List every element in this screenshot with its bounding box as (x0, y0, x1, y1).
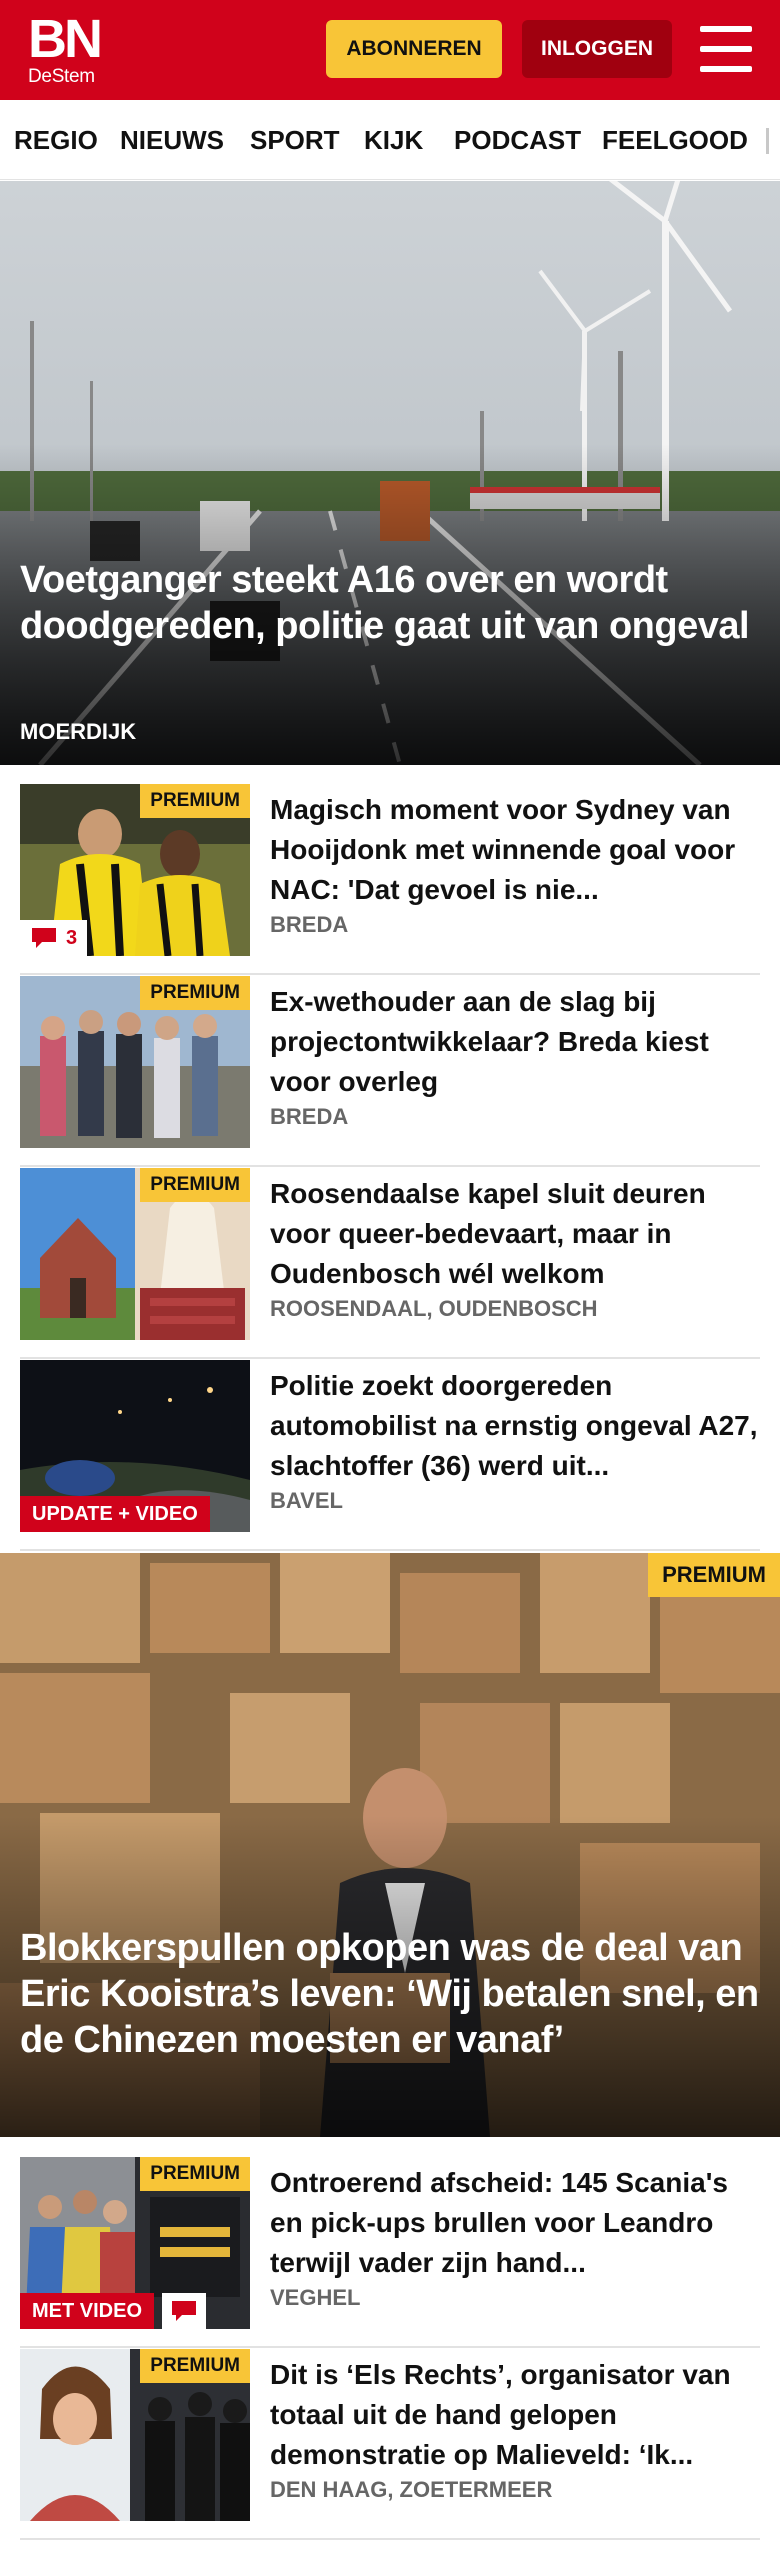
premium-badge: PREMIUM (140, 976, 250, 1010)
section-nav: REGIO NIEUWS SPORT KIJK PODCAST FEELGOOD (0, 100, 780, 180)
comment-icon (32, 928, 56, 948)
menu-icon[interactable] (700, 26, 752, 72)
article-title[interactable]: Politie zoekt doorgereden automobilist n… (270, 1366, 760, 1486)
hero-image (0, 181, 780, 765)
nav-item-regio[interactable]: REGIO (14, 100, 98, 179)
subscribe-button[interactable]: ABONNEREN (326, 20, 502, 78)
article-location: ROOSENDAAL, OUDENBOSCH (270, 1296, 598, 1321)
article-thumbnail[interactable]: PREMIUM (20, 1168, 250, 1340)
hero-article[interactable]: Voetganger steekt A16 over en wordt dood… (0, 181, 780, 765)
hero-article-2[interactable]: PREMIUM Blokkerspullen opkopen was de de… (0, 1553, 780, 2137)
hero-2-title[interactable]: Blokkerspullen opkopen was de deal van E… (20, 1925, 760, 2063)
nav-item-sport[interactable]: SPORT (250, 100, 340, 179)
premium-badge: PREMIUM (648, 1553, 780, 1597)
nav-overflow-indicator (766, 128, 769, 154)
premium-badge: PREMIUM (140, 784, 250, 818)
premium-badge: PREMIUM (140, 1168, 250, 1202)
article-thumbnail[interactable]: PREMIUM MET VIDEO (20, 2157, 250, 2329)
article-row[interactable]: PREMIUM Ex-wethouder aan de slag bij pro… (20, 976, 760, 1167)
nav-item-podcast[interactable]: PODCAST (454, 100, 581, 179)
update-video-tag: UPDATE + VIDEO (20, 1496, 210, 1532)
premium-badge: PREMIUM (140, 2349, 250, 2383)
article-row[interactable]: PREMIUM Roosendaalse kapel sluit deuren … (20, 1168, 760, 1359)
site-logo[interactable]: BN DeStem (28, 9, 112, 87)
logo-main-text: BN (28, 9, 103, 69)
article-row[interactable]: UPDATE + VIDEO Politie zoekt doorgereden… (20, 1360, 760, 1551)
article-row[interactable]: PREMIUM Dit is ‘Els Rechts’, organisator… (20, 2349, 760, 2540)
article-thumbnail[interactable]: PREMIUM (20, 2349, 250, 2521)
article-title[interactable]: Roosendaalse kapel sluit deuren voor que… (270, 1174, 760, 1294)
article-thumbnail[interactable]: PREMIUM (20, 976, 250, 1148)
nav-item-nieuws[interactable]: NIEUWS (120, 100, 224, 179)
nav-item-kijk[interactable]: KIJK (364, 100, 423, 179)
article-row[interactable]: PREMIUM MET VIDEO Ontroerend afscheid: 1… (20, 2157, 760, 2348)
comment-count[interactable] (162, 2293, 206, 2329)
article-title[interactable]: Ex-wethouder aan de slag bij projectontw… (270, 982, 760, 1102)
article-title[interactable]: Magisch moment voor Sydney van Hooijdonk… (270, 790, 760, 910)
hero-title[interactable]: Voetganger steekt A16 over en wordt dood… (20, 557, 760, 649)
comment-count[interactable]: 3 (20, 920, 88, 956)
article-row[interactable]: PREMIUM 3 Magisch moment voor Sydney van… (20, 784, 760, 975)
hero-location: MOERDIJK (20, 719, 137, 744)
article-location: VEGHEL (270, 2285, 361, 2310)
nav-item-feelgood[interactable]: FEELGOOD (602, 100, 748, 179)
article-title[interactable]: Dit is ‘Els Rechts’, organisator van tot… (270, 2355, 760, 2475)
article-location: BAVEL (270, 1488, 343, 1513)
article-location: DEN HAAG, ZOETERMEER (270, 2477, 553, 2502)
site-header: BN DeStem ABONNEREN INLOGGEN (0, 0, 780, 100)
article-title[interactable]: Ontroerend afscheid: 145 Scania's en pic… (270, 2163, 760, 2283)
comment-icon (172, 2301, 196, 2321)
article-location: BREDA (270, 1104, 349, 1129)
comment-count-value: 3 (66, 927, 78, 949)
login-button[interactable]: INLOGGEN (522, 20, 672, 78)
article-location: BREDA (270, 912, 349, 937)
article-thumbnail[interactable]: UPDATE + VIDEO (20, 1360, 250, 1532)
article-thumbnail[interactable]: PREMIUM 3 (20, 784, 250, 956)
premium-badge: PREMIUM (140, 2157, 250, 2191)
logo-sub-text: DeStem (28, 66, 95, 87)
video-tag: MET VIDEO (20, 2293, 155, 2329)
